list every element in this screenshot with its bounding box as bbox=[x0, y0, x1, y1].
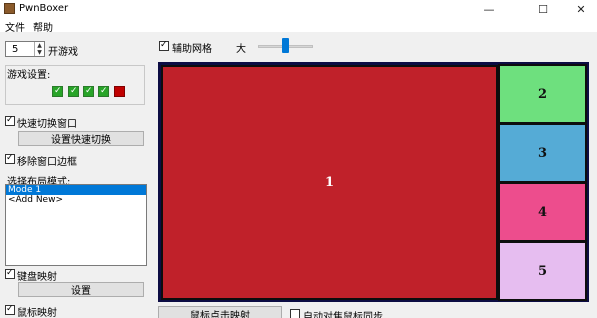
layout-preview: 1 2 3 4 5 bbox=[158, 62, 589, 302]
remove-border-checkbox[interactable] bbox=[5, 153, 15, 164]
window-tile-2[interactable]: 2 bbox=[498, 64, 587, 124]
settings-button[interactable]: 设置 bbox=[18, 282, 144, 297]
quick-switch-checkbox[interactable] bbox=[5, 115, 15, 126]
game-status-2-icon bbox=[68, 86, 79, 97]
title-bar: PwnBoxer — ☐ ✕ bbox=[0, 0, 597, 18]
app-icon bbox=[4, 3, 15, 14]
game-count-spinner[interactable]: 5 ▲ ▼ bbox=[5, 41, 45, 57]
menu-bar: 文件 帮助 bbox=[0, 18, 597, 34]
mouse-map-checkbox[interactable] bbox=[5, 304, 15, 315]
auto-align-label: 自动对焦鼠标同步 bbox=[303, 312, 383, 318]
keyboard-map-checkbox[interactable] bbox=[5, 268, 15, 279]
maximize-button[interactable]: ☐ bbox=[523, 0, 563, 18]
spinner-arrows[interactable]: ▲ ▼ bbox=[34, 42, 44, 56]
list-item[interactable]: <Add New> bbox=[6, 195, 146, 205]
layout-mode-list[interactable]: Mode 1 <Add New> bbox=[5, 184, 147, 266]
grid-checkbox[interactable] bbox=[159, 40, 169, 51]
list-item[interactable]: Mode 1 bbox=[6, 185, 146, 195]
window-tile-4[interactable]: 4 bbox=[498, 182, 587, 242]
game-status-4-icon bbox=[98, 86, 109, 97]
window-tile-3[interactable]: 3 bbox=[498, 123, 587, 183]
set-quick-switch-button[interactable]: 设置快速切换 bbox=[18, 131, 144, 146]
game-status-5-icon bbox=[114, 86, 125, 97]
spinner-down-icon[interactable]: ▼ bbox=[35, 49, 44, 56]
game-status-1-icon bbox=[52, 86, 63, 97]
close-button[interactable]: ✕ bbox=[561, 0, 597, 18]
start-game-label[interactable]: 开游戏 bbox=[48, 43, 78, 58]
left-panel: 5 ▲ ▼ 开游戏 游戏设置: 快速切换窗口 设置快速切换 移除窗口边框 选择布… bbox=[0, 33, 152, 318]
game-status-3-icon bbox=[83, 86, 94, 97]
menu-help[interactable]: 帮助 bbox=[33, 19, 53, 34]
size-slider-thumb[interactable] bbox=[282, 38, 289, 53]
window-tile-1[interactable]: 1 bbox=[161, 65, 498, 300]
game-count-value: 5 bbox=[12, 44, 19, 55]
window-tile-5[interactable]: 5 bbox=[498, 241, 587, 301]
mouse-click-map-button[interactable]: 鼠标点击映射 bbox=[158, 306, 282, 318]
grid-label: 辅助网格 bbox=[172, 44, 212, 55]
game-settings-label: 游戏设置: bbox=[7, 70, 51, 81]
size-label: 大 bbox=[236, 44, 246, 55]
mouse-map-label: 鼠标映射 bbox=[17, 308, 57, 318]
remove-border-label: 移除窗口边框 bbox=[17, 157, 77, 168]
window-title: PwnBoxer bbox=[19, 3, 69, 14]
auto-align-checkbox[interactable] bbox=[290, 309, 300, 318]
spinner-up-icon[interactable]: ▲ bbox=[35, 42, 44, 49]
quick-switch-label: 快速切换窗口 bbox=[17, 119, 77, 130]
minimize-button[interactable]: — bbox=[469, 0, 509, 18]
menu-file[interactable]: 文件 bbox=[5, 19, 25, 34]
keyboard-map-label: 键盘映射 bbox=[17, 272, 57, 283]
